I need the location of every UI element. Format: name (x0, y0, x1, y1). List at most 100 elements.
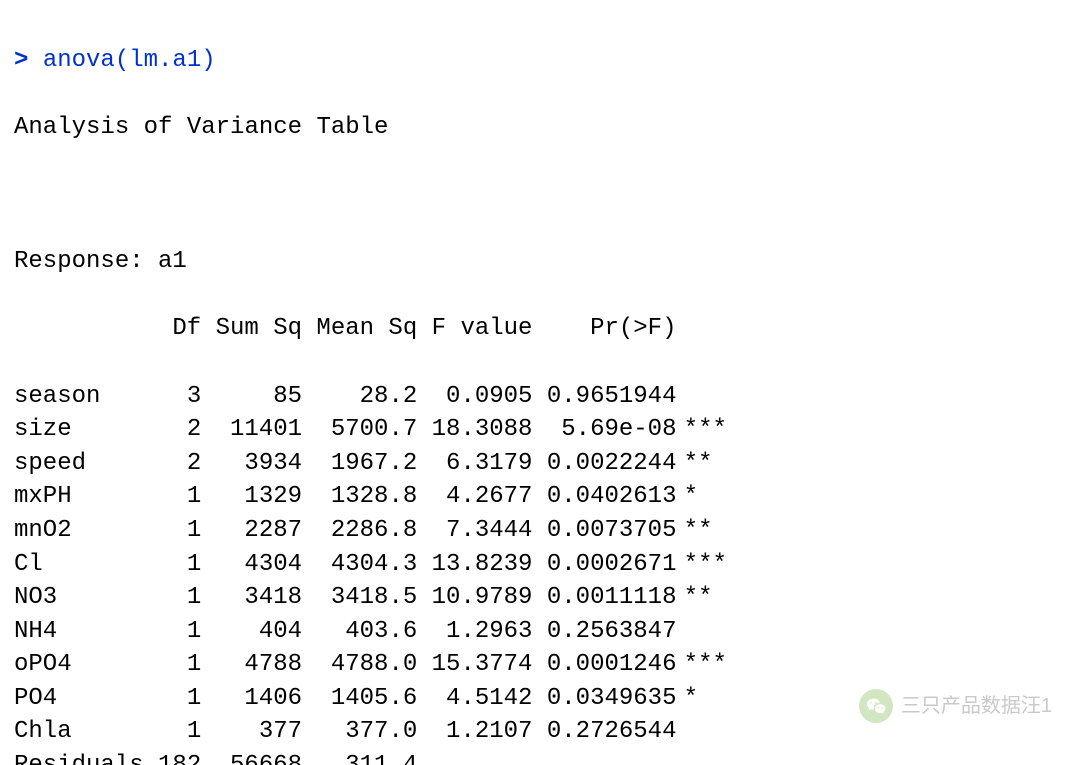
header-df: Df (158, 312, 201, 346)
row-sumsq: 1406 (201, 682, 302, 716)
anova-table-body: season38528.20.09050.9651944size21140157… (14, 380, 1066, 765)
row-prf: 0.0402613 (532, 480, 676, 514)
table-header: DfSum SqMean SqF valuePr(>F) (14, 312, 1066, 346)
table-row: PO4114061405.64.51420.0349635* (14, 682, 1066, 716)
row-name: mxPH (14, 480, 158, 514)
row-df: 3 (158, 380, 201, 414)
row-prf: 0.9651944 (532, 380, 676, 414)
row-df: 1 (158, 615, 201, 649)
row-fvalue: 18.3088 (417, 413, 532, 447)
table-row: oPO4147884788.015.37740.0001246*** (14, 648, 1066, 682)
header-prf: Pr(>F) (532, 312, 676, 346)
row-df: 1 (158, 514, 201, 548)
row-sig: *** (676, 548, 741, 582)
row-meansq: 377.0 (302, 715, 417, 749)
command-line: > anova(lm.a1) (14, 44, 1066, 78)
row-sig: *** (676, 648, 741, 682)
row-meansq: 1405.6 (302, 682, 417, 716)
row-sig: ** (676, 514, 741, 548)
row-fvalue: 6.3179 (417, 447, 532, 481)
row-fvalue: 7.3444 (417, 514, 532, 548)
row-name: NH4 (14, 615, 158, 649)
table-row: NH41404403.61.29630.2563847 (14, 615, 1066, 649)
table-row: size2114015700.718.30885.69e-08*** (14, 413, 1066, 447)
table-row: Chla1377377.01.21070.2726544 (14, 715, 1066, 749)
table-row: NO3134183418.510.97890.0011118** (14, 581, 1066, 615)
header-fvalue: F value (417, 312, 532, 346)
row-prf: 0.0011118 (532, 581, 676, 615)
header-sumsq: Sum Sq (201, 312, 302, 346)
row-df: 1 (158, 715, 201, 749)
row-df: 1 (158, 581, 201, 615)
row-prf: 0.2726544 (532, 715, 676, 749)
row-fvalue: 4.2677 (417, 480, 532, 514)
row-meansq: 403.6 (302, 615, 417, 649)
table-row: Residuals18256668311.4 (14, 749, 1066, 765)
row-meansq: 3418.5 (302, 581, 417, 615)
row-df: 2 (158, 413, 201, 447)
row-name: Chla (14, 715, 158, 749)
row-prf: 0.0022244 (532, 447, 676, 481)
prompt-symbol: > (14, 44, 28, 78)
response-label: Response: a1 (14, 245, 1066, 279)
row-fvalue: 4.5142 (417, 682, 532, 716)
table-row: season38528.20.09050.9651944 (14, 380, 1066, 414)
row-sumsq: 85 (201, 380, 302, 414)
row-df: 1 (158, 648, 201, 682)
row-prf: 0.0002671 (532, 548, 676, 582)
row-sumsq: 11401 (201, 413, 302, 447)
r-command: anova(lm.a1) (43, 44, 216, 78)
row-meansq: 1328.8 (302, 480, 417, 514)
row-meansq: 2286.8 (302, 514, 417, 548)
row-df: 1 (158, 682, 201, 716)
table-row: mxPH113291328.84.26770.0402613* (14, 480, 1066, 514)
row-sumsq: 4788 (201, 648, 302, 682)
row-fvalue: 0.0905 (417, 380, 532, 414)
row-name: speed (14, 447, 158, 481)
row-fvalue: 10.9789 (417, 581, 532, 615)
row-name: Cl (14, 548, 158, 582)
row-sig: * (676, 682, 741, 716)
row-meansq: 4788.0 (302, 648, 417, 682)
row-prf: 0.0001246 (532, 648, 676, 682)
row-name: mnO2 (14, 514, 158, 548)
row-name: PO4 (14, 682, 158, 716)
row-meansq: 4304.3 (302, 548, 417, 582)
row-meansq: 311.4 (302, 749, 417, 765)
row-sumsq: 1329 (201, 480, 302, 514)
row-fvalue: 1.2963 (417, 615, 532, 649)
r-console-output: > anova(lm.a1) Analysis of Variance Tabl… (0, 0, 1080, 765)
row-sumsq: 2287 (201, 514, 302, 548)
row-sig: ** (676, 581, 741, 615)
row-name: NO3 (14, 581, 158, 615)
row-name: Residuals (14, 749, 158, 765)
row-sumsq: 4304 (201, 548, 302, 582)
row-meansq: 5700.7 (302, 413, 417, 447)
row-df: 2 (158, 447, 201, 481)
table-row: speed239341967.26.31790.0022244** (14, 447, 1066, 481)
row-name: oPO4 (14, 648, 158, 682)
table-row: Cl143044304.313.82390.0002671*** (14, 548, 1066, 582)
row-name: season (14, 380, 158, 414)
row-meansq: 1967.2 (302, 447, 417, 481)
row-df: 1 (158, 548, 201, 582)
row-fvalue: 15.3774 (417, 648, 532, 682)
row-sig: ** (676, 447, 741, 481)
row-prf: 0.0349635 (532, 682, 676, 716)
row-sig: * (676, 480, 741, 514)
row-sig: *** (676, 413, 741, 447)
row-prf: 5.69e-08 (532, 413, 676, 447)
row-sumsq: 3418 (201, 581, 302, 615)
row-prf: 0.2563847 (532, 615, 676, 649)
row-sumsq: 404 (201, 615, 302, 649)
row-df: 182 (158, 749, 201, 765)
row-prf: 0.0073705 (532, 514, 676, 548)
blank-line (14, 178, 1066, 212)
row-sumsq: 377 (201, 715, 302, 749)
row-fvalue: 1.2107 (417, 715, 532, 749)
row-fvalue: 13.8239 (417, 548, 532, 582)
table-row: mnO2122872286.87.34440.0073705** (14, 514, 1066, 548)
row-meansq: 28.2 (302, 380, 417, 414)
header-meansq: Mean Sq (302, 312, 417, 346)
row-df: 1 (158, 480, 201, 514)
